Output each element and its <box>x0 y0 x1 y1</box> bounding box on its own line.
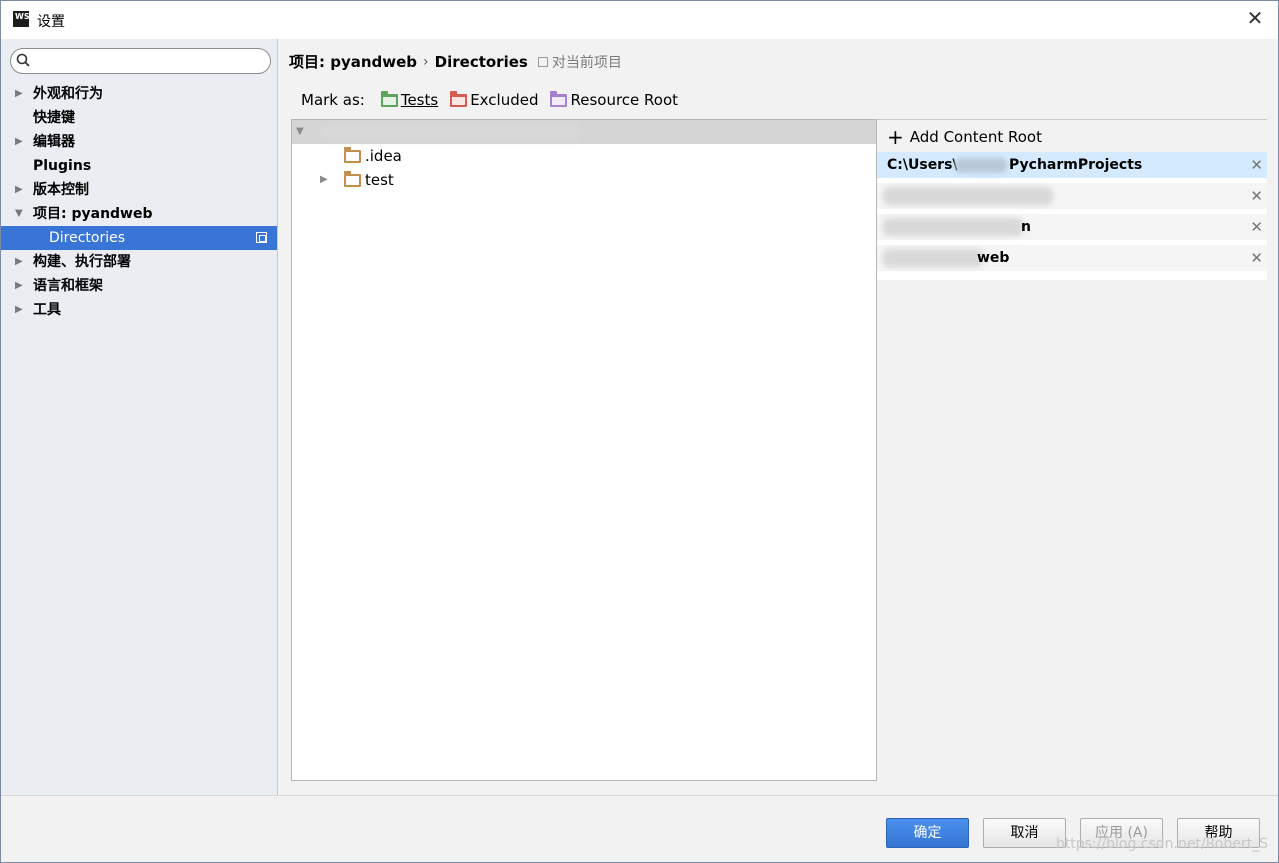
content-roots-panel: + Add Content Root C:\Users\ PycharmProj… <box>877 119 1267 781</box>
webstorm-app-icon: WS <box>13 11 30 27</box>
sidebar-item-project[interactable]: ▼ 项目: pyandweb <box>1 202 277 226</box>
tests-folder-icon <box>380 90 398 107</box>
sidebar-item-tools[interactable]: ▶ 工具 <box>1 298 277 322</box>
tree-item-test[interactable]: ▶ test <box>292 168 876 192</box>
directories-panel: 项目: pyandweb › Directories 对当前项目 Mark as… <box>279 39 1278 795</box>
sidebar-item-editor[interactable]: ▶ 编辑器 <box>1 130 277 154</box>
redacted-path <box>883 218 1023 236</box>
copy-icon <box>537 56 548 67</box>
remove-root-icon[interactable]: ✕ <box>1250 183 1263 209</box>
ok-button[interactable]: 确定 <box>886 818 969 848</box>
remove-root-icon[interactable]: ✕ <box>1250 245 1263 271</box>
breadcrumb-page: Directories <box>434 52 528 71</box>
watermark: https://blog.csdn.net/Robert_S <box>1055 836 1268 852</box>
sidebar-item-directories[interactable]: Directories <box>1 226 277 250</box>
content-root-list: C:\Users\ PycharmProjects ✕ ✕ n ✕ web ✕ <box>877 152 1267 280</box>
settings-nav: ▶ 外观和行为 快捷键 ▶ 编辑器 Plugins ▶ 版本控制 ▼ 项目: pyand… <box>1 82 277 322</box>
folder-icon <box>344 171 361 187</box>
mark-tests-button[interactable]: Tests <box>380 90 438 109</box>
close-icon[interactable]: ✕ <box>1244 7 1266 29</box>
content-root-item[interactable]: n ✕ <box>877 214 1267 240</box>
expand-arrow-icon[interactable]: ▶ <box>15 130 27 154</box>
expand-arrow-icon[interactable]: ▶ <box>15 274 27 298</box>
project-scope-icon <box>256 232 267 243</box>
cancel-button[interactable]: 取消 <box>983 818 1066 848</box>
sidebar-item-version-control[interactable]: ▶ 版本控制 <box>1 178 277 202</box>
tree-item-idea[interactable]: .idea <box>292 144 876 168</box>
dialog-footer: 确定 取消 应用 (A) 帮助 https://blog.csdn.net/Ro… <box>1 795 1278 862</box>
content-root-item[interactable]: web ✕ <box>877 245 1267 271</box>
breadcrumb-project: 项目: pyandweb <box>289 53 418 71</box>
redacted-path <box>883 187 1053 205</box>
expand-arrow-icon[interactable]: ▶ <box>15 298 27 322</box>
directory-tree[interactable]: ▼ .idea ▶ test <box>291 119 877 781</box>
plus-icon: + <box>887 125 904 149</box>
sidebar-item-keymap[interactable]: 快捷键 <box>1 106 277 130</box>
remove-root-icon[interactable]: ✕ <box>1250 214 1263 240</box>
tree-root-row[interactable]: ▼ <box>292 120 876 144</box>
mark-as-label: Mark as: <box>301 91 365 109</box>
redacted-root-path <box>320 124 580 140</box>
title-bar: WS 设置 ✕ <box>1 1 1278 39</box>
sidebar-item-build[interactable]: ▶ 构建、执行部署 <box>1 250 277 274</box>
add-content-root-button[interactable]: + Add Content Root <box>887 125 1042 149</box>
scope-indicator: 对当前项目 <box>537 52 622 72</box>
search-input[interactable] <box>10 48 271 74</box>
settings-sidebar: ▶ 外观和行为 快捷键 ▶ 编辑器 Plugins ▶ 版本控制 ▼ 项目: pyand… <box>1 39 278 795</box>
mark-resource-root-button[interactable]: Resource Root <box>550 90 678 109</box>
collapse-arrow-icon[interactable]: ▼ <box>296 120 304 144</box>
redacted-path <box>883 249 983 267</box>
sidebar-item-appearance[interactable]: ▶ 外观和行为 <box>1 82 277 106</box>
mark-as-toolbar: Mark as: Tests Excluded Resource Root <box>301 90 690 109</box>
mark-excluded-button[interactable]: Excluded <box>450 90 538 109</box>
settings-dialog: WS 设置 ✕ ▶ 外观和行为 快捷键 ▶ 编辑器 Plugins ▶ 版本控制 ▼ 项… <box>0 0 1279 863</box>
breadcrumb: 项目: pyandweb › Directories 对当前项目 <box>289 51 622 72</box>
sidebar-item-languages[interactable]: ▶ 语言和框架 <box>1 274 277 298</box>
remove-root-icon[interactable]: ✕ <box>1250 152 1263 178</box>
sidebar-item-plugins[interactable]: Plugins <box>1 154 277 178</box>
expand-arrow-icon[interactable]: ▶ <box>320 168 328 192</box>
resource-folder-icon <box>550 90 568 107</box>
expand-arrow-icon[interactable]: ▶ <box>15 250 27 274</box>
content-root-item[interactable]: ✕ <box>877 183 1267 209</box>
collapse-arrow-icon[interactable]: ▼ <box>15 202 27 226</box>
excluded-folder-icon <box>450 90 468 107</box>
content-root-item[interactable]: C:\Users\ PycharmProjects ✕ <box>877 152 1267 178</box>
redacted-username <box>955 158 1007 173</box>
window-title: 设置 <box>37 14 65 30</box>
expand-arrow-icon[interactable]: ▶ <box>15 178 27 202</box>
expand-arrow-icon[interactable]: ▶ <box>15 82 27 106</box>
search-icon <box>16 53 30 67</box>
breadcrumb-separator: › <box>423 53 429 70</box>
folder-icon <box>344 147 361 163</box>
